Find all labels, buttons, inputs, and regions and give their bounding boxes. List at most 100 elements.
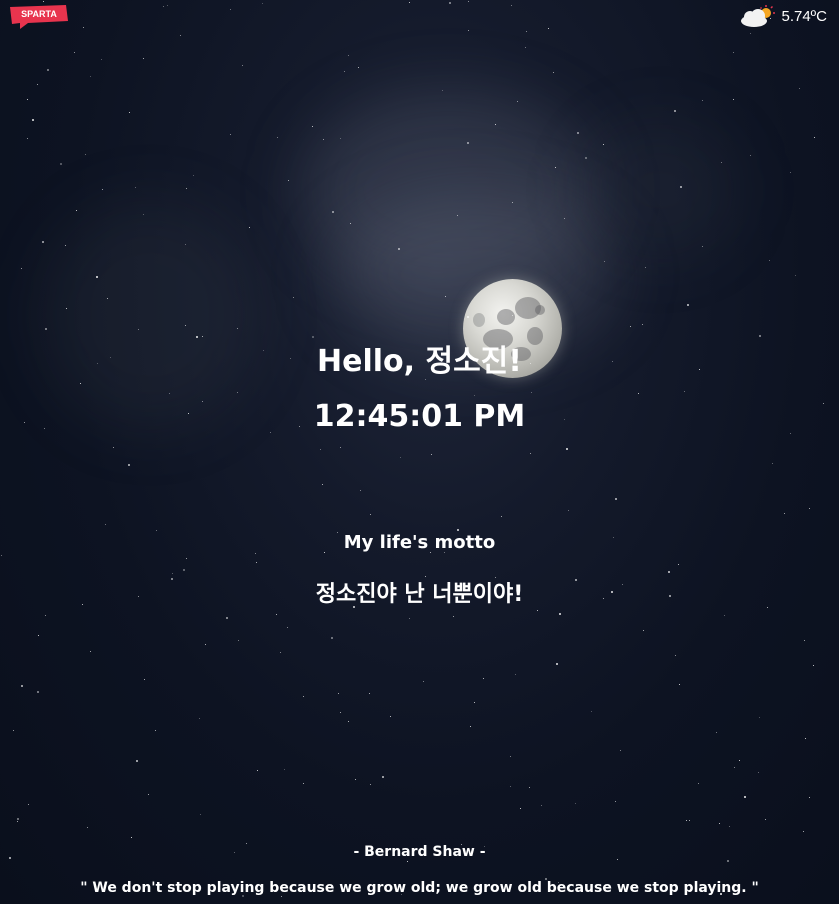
star: [474, 395, 475, 396]
star: [390, 716, 391, 717]
star: [642, 324, 643, 325]
star: [382, 776, 384, 778]
clock-text: 12:45:01 PM: [313, 399, 526, 434]
star: [603, 144, 604, 145]
star: [520, 808, 521, 809]
star: [553, 72, 554, 73]
star: [37, 691, 39, 693]
sparta-logo[interactable]: SPARTA: [6, 3, 70, 29]
star: [724, 615, 725, 616]
star: [739, 760, 740, 761]
star: [163, 6, 164, 7]
star: [277, 137, 278, 138]
temperature-text: 5.74ºC: [781, 7, 827, 25]
star: [733, 52, 734, 53]
star: [734, 767, 735, 768]
star: [784, 513, 785, 514]
star: [287, 627, 288, 628]
star: [809, 508, 810, 509]
star: [716, 732, 717, 733]
star: [799, 88, 800, 89]
star: [348, 55, 349, 56]
star: [483, 678, 484, 679]
star: [525, 47, 526, 48]
star: [370, 784, 371, 785]
star: [733, 99, 734, 100]
star: [698, 783, 699, 784]
star: [138, 329, 139, 330]
star: [38, 635, 39, 636]
star: [453, 616, 454, 617]
star: [559, 613, 561, 615]
star: [90, 76, 91, 77]
star: [512, 315, 513, 316]
star: [360, 490, 361, 491]
star: [668, 571, 670, 573]
star: [303, 696, 304, 697]
star: [128, 464, 130, 466]
star: [249, 227, 250, 228]
star: [96, 276, 98, 278]
star: [129, 112, 130, 113]
star: [750, 33, 751, 34]
star: [643, 630, 644, 631]
greeting-text: Hello, 정소진!: [317, 344, 522, 379]
star: [331, 637, 333, 639]
star: [27, 99, 28, 100]
star: [369, 693, 370, 694]
star: [322, 484, 323, 485]
star: [744, 796, 746, 798]
star: [702, 100, 703, 101]
star: [21, 268, 22, 269]
star: [199, 718, 200, 719]
star: [312, 126, 313, 127]
star: [320, 449, 321, 450]
star: [105, 524, 106, 525]
logo-text: SPARTA: [21, 9, 57, 19]
star: [575, 803, 576, 804]
star: [17, 821, 18, 822]
star: [344, 71, 345, 72]
star: [805, 738, 806, 739]
star: [409, 2, 410, 3]
star: [501, 516, 502, 517]
star: [32, 119, 34, 121]
star: [769, 260, 770, 261]
star: [144, 679, 145, 680]
star: [107, 298, 108, 299]
star: [185, 325, 186, 326]
star: [226, 617, 228, 619]
star: [687, 304, 689, 306]
star: [566, 448, 568, 450]
star: [340, 138, 341, 139]
star: [193, 175, 194, 176]
star: [758, 772, 759, 773]
star: [680, 186, 682, 188]
star: [76, 210, 77, 211]
star: [43, 1, 44, 2]
star: [674, 110, 676, 112]
star: [255, 553, 256, 554]
star: [340, 447, 341, 448]
star: [85, 154, 86, 155]
star: [400, 457, 401, 458]
star: [727, 860, 729, 862]
star: [398, 248, 400, 250]
star: [256, 562, 257, 563]
star: [645, 267, 646, 268]
star: [185, 244, 186, 245]
star: [675, 655, 676, 656]
star: [721, 162, 722, 163]
star: [156, 530, 157, 531]
star: [407, 861, 408, 862]
motto-label: My life's motto: [343, 532, 496, 553]
star: [262, 3, 263, 4]
star: [358, 67, 359, 68]
star: [45, 328, 47, 330]
star: [293, 297, 294, 298]
star: [17, 818, 19, 820]
star: [172, 573, 173, 574]
star: [750, 155, 751, 156]
star: [90, 651, 91, 652]
star: [442, 90, 443, 91]
